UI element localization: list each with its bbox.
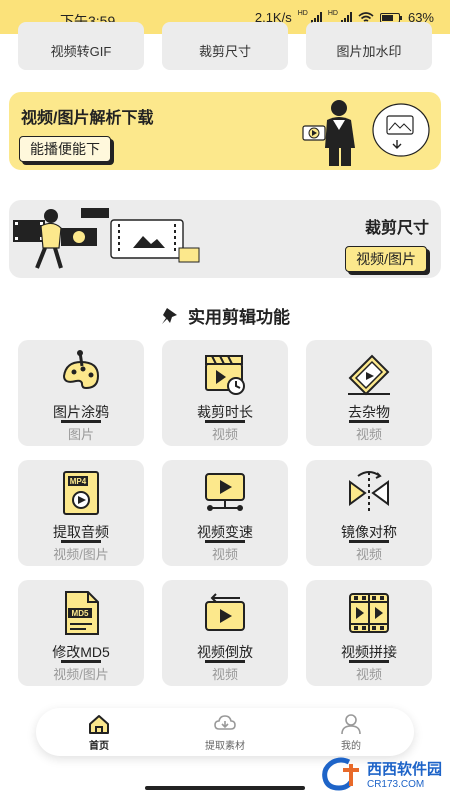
site-watermark: 西西软件园 CR173.COM — [319, 756, 442, 792]
palette-icon — [62, 350, 100, 390]
pin-icon — [162, 307, 177, 324]
tool-name: 视频倒放 — [197, 644, 253, 660]
home-icon — [89, 714, 109, 734]
tool-name: 图片涂鸦 — [53, 404, 109, 420]
monitor-play-icon — [205, 473, 245, 511]
tool-name: 视频变速 — [197, 524, 253, 540]
cr173-logo — [322, 757, 359, 791]
tab-extract-material[interactable]: 提取素材 — [180, 713, 270, 752]
tab-label: 我的 — [341, 740, 361, 752]
tool-speed[interactable]: 视频变速 视频 — [162, 460, 288, 566]
underline — [205, 660, 245, 663]
md5-file-icon: MD5 — [65, 591, 99, 635]
tool-tag: 视频 — [211, 427, 238, 442]
watermark-text: 西西软件园 CR173.COM — [367, 758, 442, 790]
tool-mirror[interactable]: 镜像对称 视频 — [306, 460, 432, 566]
top-cards-row: 视频转GIF 裁剪尺寸 图片加水印 — [18, 22, 432, 70]
underline — [61, 420, 101, 423]
mirror-icon — [349, 471, 389, 514]
bottom-tab-bar: 首页 提取素材 我的 — [36, 708, 414, 756]
tab-profile[interactable]: 我的 — [306, 713, 396, 752]
eraser-icon — [348, 354, 390, 396]
user-icon — [341, 713, 361, 734]
underline — [349, 540, 389, 543]
tool-name: 去杂物 — [348, 404, 390, 420]
clapperboard-clock-icon — [205, 355, 245, 395]
tab-label: 提取素材 — [205, 740, 245, 752]
image-watermark-card[interactable]: 图片加水印 — [306, 22, 432, 70]
watermark-title: 西西软件园 — [366, 761, 442, 778]
section-header: 实用剪辑功能 — [0, 303, 450, 328]
rewind-screen-icon — [205, 593, 245, 631]
tool-merge[interactable]: 视频拼接 视频 — [306, 580, 432, 686]
film-strip-icon — [349, 593, 389, 633]
tool-tag: 视频 — [211, 667, 238, 682]
underline — [349, 420, 389, 423]
parse-download-banner[interactable]: 视频/图片解析下载 能播便能下 — [9, 92, 441, 170]
section-title: 实用剪辑功能 — [188, 308, 290, 327]
tool-name: 视频拼接 — [341, 644, 397, 660]
tool-tag: 视频/图片 — [53, 547, 109, 562]
tool-tag: 图片 — [67, 427, 94, 442]
tool-tag: 视频 — [355, 667, 382, 682]
crop-size-card[interactable]: 裁剪尺寸 — [162, 22, 288, 70]
underline — [205, 420, 245, 423]
tool-doodle[interactable]: 图片涂鸦 图片 — [18, 340, 144, 446]
tool-extract-audio[interactable]: MP4 提取音频 视频/图片 — [18, 460, 144, 566]
tool-reverse[interactable]: 视频倒放 视频 — [162, 580, 288, 686]
crop-size-banner[interactable]: 裁剪尺寸 视频/图片 — [9, 200, 441, 278]
svg-text:MP4: MP4 — [70, 477, 87, 486]
tab-home[interactable]: 首页 — [54, 713, 144, 752]
tool-name: 修改MD5 — [52, 644, 110, 660]
hd-icon: HD — [297, 10, 308, 17]
underline — [349, 660, 389, 663]
tool-name: 镜像对称 — [341, 524, 397, 540]
download-cloud-icon — [214, 714, 236, 730]
hd-icon: HD — [327, 10, 338, 17]
tool-tag: 视频 — [355, 547, 382, 562]
banner-button[interactable]: 能播便能下 — [19, 136, 111, 162]
tool-remove-objects[interactable]: 去杂物 视频 — [306, 340, 432, 446]
tool-name: 提取音频 — [53, 524, 109, 540]
tool-trim-duration[interactable]: 裁剪时长 视频 — [162, 340, 288, 446]
watermark-site: CR173.COM — [366, 779, 425, 790]
banner-button[interactable]: 视频/图片 — [345, 246, 427, 272]
tool-name: 裁剪时长 — [197, 404, 253, 420]
underline — [61, 660, 101, 663]
home-indicator[interactable] — [145, 786, 305, 790]
banner-title: 视频/图片解析下载 — [21, 110, 154, 127]
video-to-gif-card[interactable]: 视频转GIF — [18, 22, 144, 70]
mp4-file-icon: MP4 — [63, 471, 99, 515]
underline — [205, 540, 245, 543]
tool-tag: 视频/图片 — [53, 667, 109, 682]
tool-md5[interactable]: MD5 修改MD5 视频/图片 — [18, 580, 144, 686]
tab-label: 首页 — [89, 740, 109, 752]
tool-tag: 视频 — [355, 427, 382, 442]
tools-grid: 图片涂鸦 图片 裁剪时长 视频 去杂物 视频 MP4 提取音频 视频/图片 视频… — [18, 340, 432, 686]
tool-tag: 视频 — [211, 547, 238, 562]
woman-with-film-illustration — [13, 208, 200, 269]
svg-text:MD5: MD5 — [72, 609, 89, 618]
underline — [61, 540, 101, 543]
man-with-phone-illustration — [302, 100, 430, 166]
battery-icon — [379, 12, 402, 23]
banner-title: 裁剪尺寸 — [364, 220, 429, 237]
